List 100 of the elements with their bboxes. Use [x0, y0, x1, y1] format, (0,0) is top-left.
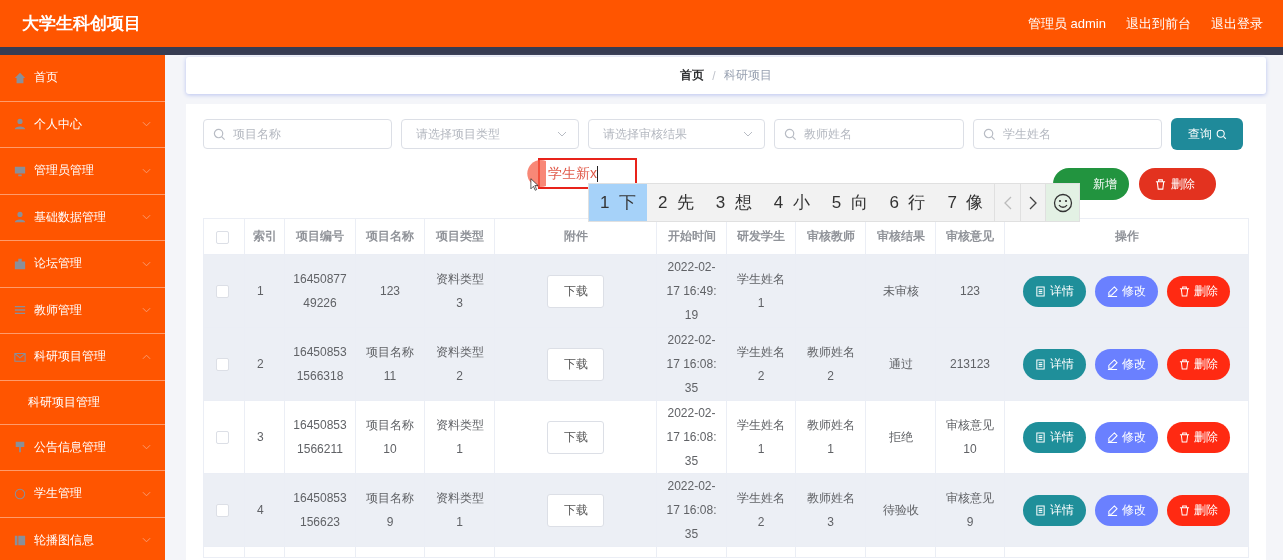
trash-icon — [1179, 358, 1190, 370]
download-button[interactable]: 下载 — [547, 420, 604, 454]
checkbox[interactable] — [216, 431, 229, 445]
table-cell-text: 教师姓名1 — [805, 417, 856, 458]
pencil-icon — [1107, 285, 1118, 297]
search-field[interactable]: 学生姓名 — [973, 119, 1162, 149]
detail-button[interactable]: 详情 — [1023, 421, 1086, 453]
delete-button[interactable]: 删除 — [1167, 275, 1230, 307]
chevron-icon — [142, 353, 151, 360]
table-cell-text: 资料类型1 — [434, 490, 485, 531]
delete-button[interactable]: 删除 — [1167, 421, 1230, 453]
table-cell-text: 项目名称11 — [365, 344, 415, 385]
ime-candidate[interactable]: 1 下 — [589, 184, 647, 221]
edit-button[interactable]: 修改 — [1095, 421, 1158, 453]
header-link[interactable]: 管理员 admin — [1027, 14, 1106, 33]
chevron-icon — [142, 307, 151, 314]
sidebar-item[interactable]: 论坛管理 — [0, 241, 165, 288]
ime-candidate[interactable]: 7 像 — [936, 184, 995, 221]
select-field[interactable]: 请选择审核结果 — [588, 119, 765, 149]
sidebar-item[interactable]: 管理员管理 — [0, 148, 165, 195]
table-cell-text: 资料类型1 — [434, 417, 485, 458]
delete-button[interactable]: 删除 — [1167, 494, 1230, 526]
trash-icon — [1179, 431, 1190, 443]
ime-candidate[interactable]: 4 小 — [762, 184, 821, 221]
detail-button[interactable]: 详情 — [1023, 348, 1086, 380]
sidebar-subitem[interactable]: 科研项目管理 — [0, 380, 165, 425]
table-cell-text: 资料类型2 — [434, 344, 485, 385]
column-header: 项目类型 — [435, 229, 484, 243]
ime-candidate[interactable]: 3 想 — [704, 184, 763, 221]
detail-button[interactable]: 详情 — [1023, 275, 1086, 307]
sidebar-item[interactable]: 个人中心 — [0, 101, 165, 148]
download-button[interactable]: 下载 — [547, 274, 604, 308]
table-cell-text: 123 — [960, 283, 980, 300]
table-cell-text: 123 — [380, 283, 400, 300]
menu-icon — [14, 487, 26, 500]
chevron-icon — [142, 260, 151, 267]
table-cell-text: 213123 — [949, 356, 990, 373]
download-button[interactable]: 下载 — [547, 347, 604, 381]
search-field[interactable]: 项目名称 — [203, 119, 392, 149]
pencil-icon — [1107, 504, 1118, 516]
sidebar-item[interactable]: 基础数据管理 — [0, 194, 165, 241]
header-link[interactable]: 退出登录 — [1211, 14, 1263, 33]
sidebar-item[interactable]: 轮播图信息 — [0, 517, 165, 560]
chevron-icon — [142, 121, 151, 128]
breadcrumb-item[interactable]: 首页 — [680, 67, 705, 84]
table-cell-text: 164508531566211 — [293, 417, 347, 458]
delete-button[interactable]: 删除 — [1139, 168, 1216, 200]
table-cell-text: 学生姓名1 — [736, 271, 786, 312]
edit-button[interactable]: 修改 — [1095, 494, 1158, 526]
column-header: 项目编号 — [296, 229, 344, 243]
sidebar-item[interactable]: 教师管理 — [0, 287, 165, 334]
checkbox[interactable] — [216, 504, 229, 518]
chevron-icon — [142, 490, 151, 497]
menu-icon — [14, 257, 26, 270]
table-cell-text: 资料类型3 — [434, 271, 485, 312]
column-header: 开始时间 — [667, 229, 716, 243]
menu-icon — [14, 211, 26, 224]
table-cell-text: 2 — [257, 356, 264, 373]
chevron-icon — [142, 444, 151, 451]
sidebar-item[interactable]: 学生管理 — [0, 471, 165, 518]
edit-button[interactable]: 修改 — [1095, 348, 1158, 380]
sidebar-item[interactable]: 公告信息管理 — [0, 424, 165, 471]
table-cell-text: 3 — [257, 429, 264, 446]
download-button[interactable]: 下载 — [547, 493, 604, 527]
trash-icon — [1155, 178, 1166, 190]
checkbox[interactable] — [216, 358, 229, 372]
menu-icon — [14, 534, 26, 547]
search-field[interactable]: 教师姓名 — [774, 119, 964, 149]
checkbox[interactable] — [216, 230, 229, 244]
search-button[interactable]: 查询 — [1171, 118, 1243, 150]
table-cell-text: 未审核 — [882, 283, 919, 300]
chevron-icon — [142, 214, 151, 221]
ime-candidate[interactable]: 5 向 — [820, 184, 879, 221]
pencil-icon — [1107, 431, 1118, 443]
sidebar-item[interactable]: 首页 — [0, 55, 165, 102]
search-icon — [213, 128, 226, 141]
ime-candidate[interactable]: 2 先 — [646, 184, 705, 221]
delete-button[interactable]: 删除 — [1167, 348, 1230, 380]
column-header: 研发学生 — [737, 229, 785, 243]
detail-button[interactable]: 详情 — [1023, 494, 1086, 526]
breadcrumb-separator: / — [712, 68, 716, 83]
sidebar-item[interactable]: 科研项目管理 — [0, 334, 165, 381]
header-link[interactable]: 退出到前台 — [1126, 14, 1191, 33]
column-header: 审核教师 — [806, 229, 855, 243]
table-cell-text: 项目名称10 — [365, 417, 415, 458]
table-cell-text: 学生姓名2 — [736, 344, 786, 385]
column-header: 项目名称 — [366, 229, 414, 243]
select-field[interactable]: 请选择项目类型 — [401, 119, 579, 149]
table-cell-text: 164508531566318 — [293, 344, 347, 385]
ime-candidate[interactable]: 6 行 — [878, 184, 937, 221]
table-cell-text: 项目名称9 — [365, 490, 415, 531]
breadcrumb-item[interactable]: 科研项目 — [723, 67, 772, 84]
checkbox[interactable] — [216, 285, 229, 299]
table-cell-text: 学生姓名1 — [736, 417, 786, 458]
table-cell-text: 2022-02-17 16:08:35 — [665, 332, 718, 397]
emoji-icon[interactable] — [1045, 184, 1079, 221]
edit-button[interactable]: 修改 — [1095, 275, 1158, 307]
table-cell-text: 教师姓名2 — [805, 344, 856, 385]
table-cell-text: 审核意见10 — [945, 417, 995, 458]
table-cell-text: 4 — [257, 502, 264, 519]
